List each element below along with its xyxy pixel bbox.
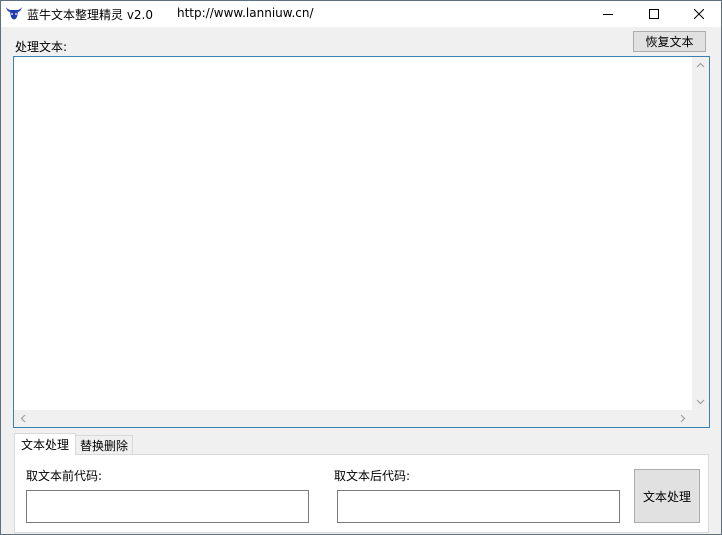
close-button[interactable] [676, 1, 722, 27]
tab-text-process[interactable]: 文本处理 [14, 433, 76, 455]
process-text-area[interactable] [13, 56, 710, 428]
back-code-input[interactable] [337, 490, 620, 523]
horizontal-scrollbar[interactable] [14, 410, 692, 427]
back-code-label: 取文本后代码: [334, 469, 411, 483]
scroll-down-icon[interactable] [696, 399, 705, 405]
maximize-icon [649, 9, 659, 19]
app-window: 蓝牛文本整理精灵 v2.0 http://www.lanniuw.cn/ 处理文… [0, 0, 722, 535]
window-title: 蓝牛文本整理精灵 v2.0 [27, 8, 154, 22]
text-process-button[interactable]: 文本处理 [634, 469, 700, 523]
scroll-corner [692, 410, 709, 427]
bull-head-icon [5, 5, 23, 23]
title-bar[interactable]: 蓝牛文本整理精灵 v2.0 http://www.lanniuw.cn/ [1, 1, 721, 27]
tab-panel-text-process: 取文本前代码: 取文本后代码: 文本处理 [14, 454, 709, 533]
restore-text-button[interactable]: 恢复文本 [633, 31, 706, 52]
close-icon [694, 9, 704, 19]
scroll-left-icon[interactable] [20, 414, 26, 423]
front-code-input[interactable] [26, 490, 309, 523]
maximize-button[interactable] [631, 1, 677, 27]
tab-replace-delete[interactable]: 替换删除 [76, 435, 133, 455]
vertical-scrollbar[interactable] [692, 57, 709, 410]
scroll-up-icon[interactable] [696, 62, 705, 68]
front-code-label: 取文本前代码: [26, 469, 103, 483]
process-text-label: 处理文本: [15, 40, 68, 54]
scroll-right-icon[interactable] [680, 414, 686, 423]
minimize-button[interactable] [585, 1, 631, 27]
minimize-icon [603, 14, 613, 15]
window-url: http://www.lanniuw.cn/ [177, 6, 314, 20]
